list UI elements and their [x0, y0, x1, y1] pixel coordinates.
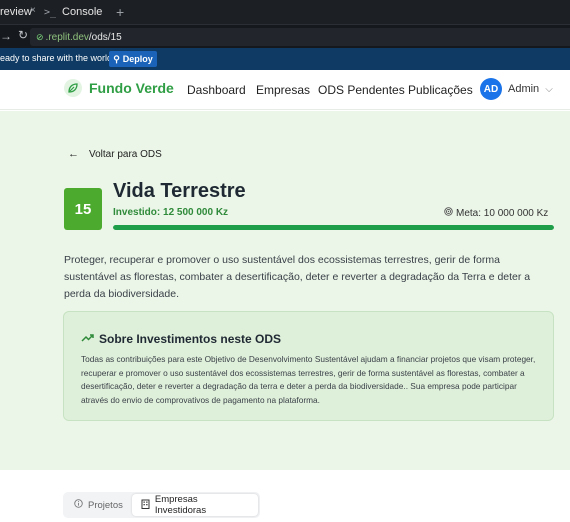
- back-link[interactable]: ← Voltar para ODS: [68, 148, 162, 160]
- ods-hero: ← Voltar para ODS 15 Vida Terrestre Inve…: [0, 111, 570, 470]
- info-card-header: Sobre Investimentos neste ODS: [81, 332, 281, 346]
- page-title: Vida Terrestre: [113, 180, 246, 202]
- invested-amount: Investido: 12 500 000 Kz: [113, 207, 229, 218]
- target-icon: [444, 207, 453, 219]
- url-field[interactable]: ⊘ .replit.dev /ods/15: [30, 28, 570, 46]
- info-icon: [74, 499, 83, 511]
- deploy-prompt: eady to share with the world?: [0, 53, 118, 63]
- deploy-banner: eady to share with the world? ⚲ Deploy: [0, 48, 570, 70]
- goal-label: Meta: 10 000 000 Kz: [456, 207, 549, 219]
- browser-tab-bar: review × >_ Console +: [0, 0, 570, 24]
- terminal-icon: >_: [44, 6, 57, 18]
- address-bar: → ↻ ⊘ .replit.dev /ods/15: [0, 24, 570, 48]
- building-icon: [141, 499, 150, 512]
- link-icon: ⊘: [36, 31, 44, 42]
- user-menu[interactable]: AD Admin ⌵: [480, 78, 553, 100]
- tab-console[interactable]: >_ Console: [44, 0, 108, 24]
- user-name: Admin: [508, 83, 540, 95]
- nav-publicacoes[interactable]: Publicações: [408, 83, 473, 97]
- app-header: Fundo Verde Dashboard Empresas ODS Pende…: [0, 70, 570, 110]
- tab-projetos-label: Projetos: [88, 499, 123, 511]
- nav-empresas[interactable]: Empresas: [256, 83, 310, 97]
- ods-number-badge: 15: [64, 188, 102, 230]
- tab-empresas-label: Empresas Investidoras: [154, 494, 207, 516]
- tab-preview-label: review: [0, 6, 32, 18]
- nav-ods-pendentes[interactable]: ODS Pendentes: [318, 83, 405, 97]
- trending-up-icon: [81, 332, 94, 346]
- goal-amount: Meta: 10 000 000 Kz: [444, 207, 548, 219]
- back-label: Voltar para ODS: [89, 148, 162, 160]
- close-icon[interactable]: ×: [30, 5, 36, 16]
- info-card-body: Todas as contribuições para este Objetiv…: [81, 354, 536, 405]
- new-tab-button[interactable]: +: [116, 0, 124, 24]
- reload-icon[interactable]: ↻: [18, 28, 28, 42]
- url-host: .replit.dev: [45, 31, 89, 43]
- investment-progress-bar: [113, 225, 554, 230]
- deploy-icon: ⚲: [113, 53, 120, 64]
- url-path: /ods/15: [88, 31, 122, 43]
- arrow-left-icon: ←: [68, 148, 79, 160]
- tab-projetos[interactable]: Projetos: [65, 494, 132, 516]
- progress-fill: [113, 225, 554, 230]
- tab-console-label: Console: [62, 6, 103, 18]
- nav-dashboard[interactable]: Dashboard: [187, 83, 246, 97]
- chevron-down-icon: ⌵: [545, 83, 553, 95]
- ods-description: Proteger, recuperar e promover o uso sus…: [64, 254, 531, 300]
- content-tabs: Projetos Empresas Investidoras: [63, 492, 260, 518]
- deploy-button-label: Deploy: [122, 54, 153, 64]
- tab-empresas-investidoras[interactable]: Empresas Investidoras: [131, 494, 258, 516]
- brand-name: Fundo Verde: [89, 80, 174, 96]
- leaf-icon: [64, 79, 82, 97]
- tab-preview[interactable]: review ×: [0, 0, 42, 24]
- deploy-button[interactable]: ⚲ Deploy: [109, 51, 157, 67]
- investment-info-card: Sobre Investimentos neste ODS Todas as c…: [63, 311, 554, 421]
- forward-icon[interactable]: →: [0, 29, 12, 43]
- brand[interactable]: Fundo Verde: [64, 79, 174, 97]
- info-card-title: Sobre Investimentos neste ODS: [99, 332, 282, 346]
- avatar: AD: [480, 78, 502, 100]
